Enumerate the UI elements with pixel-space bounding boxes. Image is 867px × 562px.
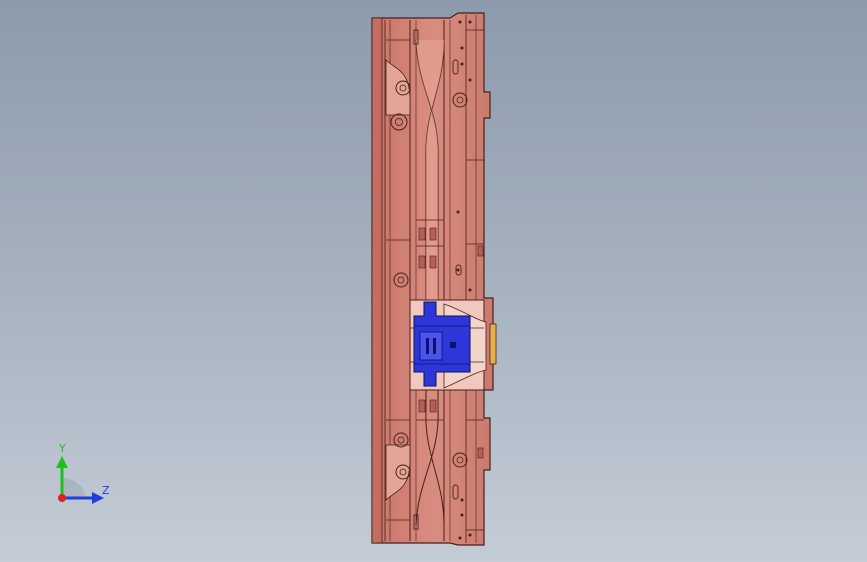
insert-tab xyxy=(489,323,497,365)
die-model[interactable] xyxy=(0,0,867,562)
graphics-viewport[interactable]: Y Z xyxy=(0,0,867,562)
die-body[interactable] xyxy=(371,12,494,546)
selected-slot xyxy=(450,342,456,348)
z-axis-label: Z xyxy=(102,484,110,497)
orientation-triad[interactable]: Y Z xyxy=(40,438,130,518)
y-axis-label: Y xyxy=(59,442,66,455)
selected-slot xyxy=(433,338,436,354)
left-rail xyxy=(371,17,383,544)
triad-xy-plane xyxy=(62,478,86,498)
selected-pocket xyxy=(419,331,443,361)
x-axis-origin-icon xyxy=(58,494,66,502)
triad-graphic xyxy=(56,456,104,504)
selected-slot xyxy=(426,338,429,354)
